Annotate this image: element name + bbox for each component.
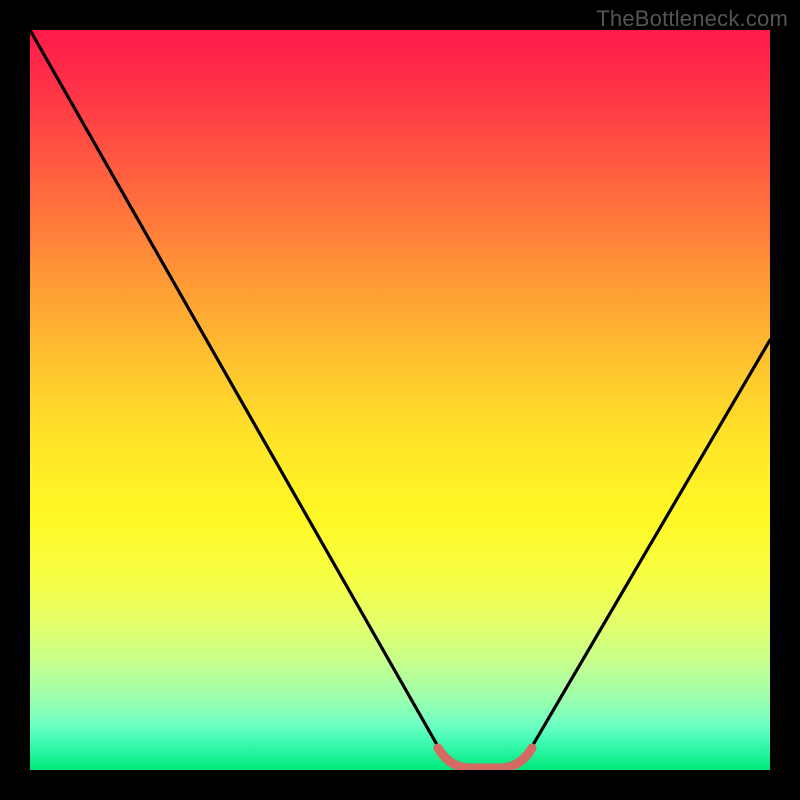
chart-plot-area <box>30 30 770 770</box>
bottleneck-curve-line <box>30 30 770 770</box>
chart-svg <box>30 30 770 770</box>
optimal-zone-marker <box>438 748 532 768</box>
watermark-label: TheBottleneck.com <box>596 6 788 32</box>
